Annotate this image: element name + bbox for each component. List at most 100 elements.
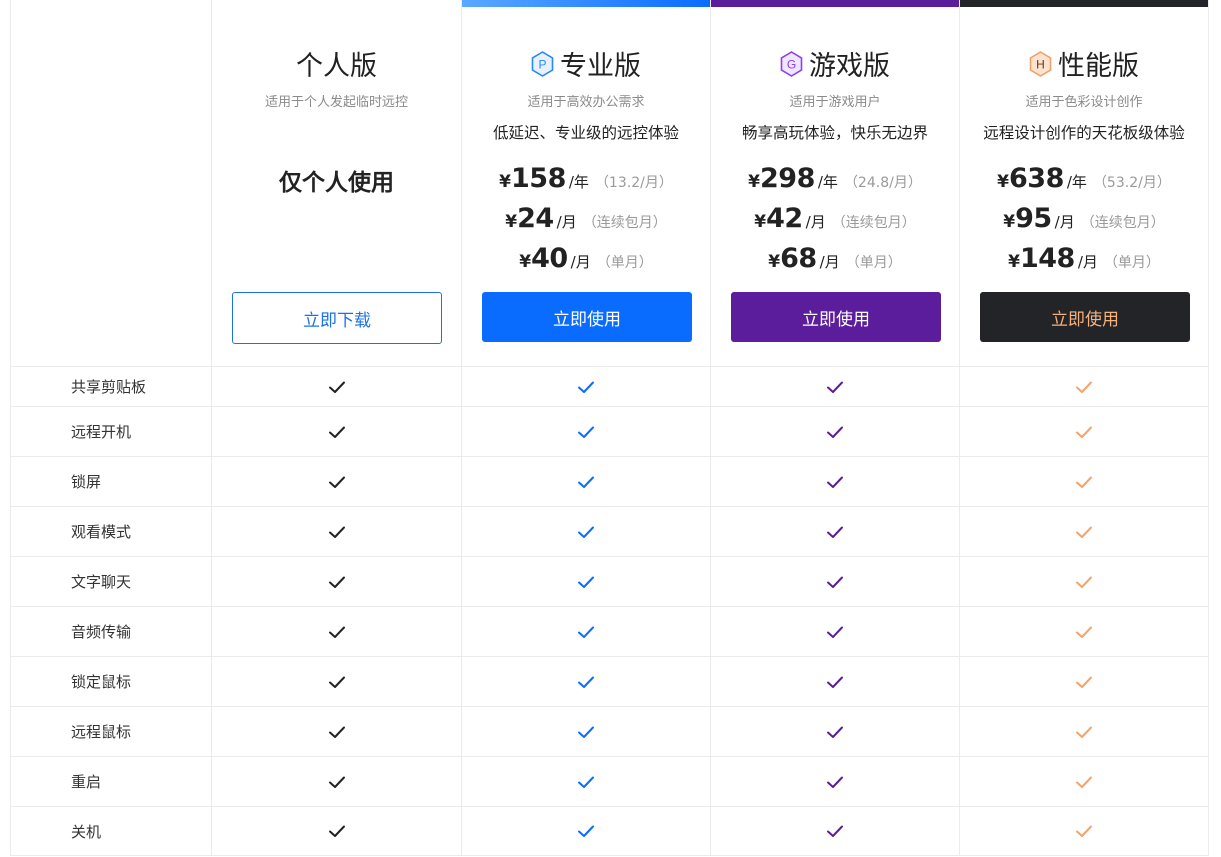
check-icon <box>578 726 594 738</box>
check-icon <box>827 676 843 688</box>
feature-name: 关机 <box>10 807 211 855</box>
performance-badge-icon: H <box>1029 50 1052 77</box>
pro-badge-icon: P <box>531 50 554 77</box>
check-icon <box>578 381 594 393</box>
feature-cell-pro <box>461 657 710 706</box>
currency-symbol: ¥ <box>499 172 511 192</box>
check-icon <box>328 726 345 738</box>
currency-symbol: ¥ <box>1008 252 1020 272</box>
check-icon <box>827 476 843 488</box>
check-icon <box>328 776 345 788</box>
feature-cell-pro <box>461 407 710 456</box>
feature-name: 远程开机 <box>10 407 211 456</box>
feature-cell-pro <box>461 757 710 806</box>
price-amount: 95 <box>1015 203 1052 234</box>
price-note: （连续包月） <box>582 215 667 231</box>
plan-subtitle: 适用于个人发起临时远控 <box>264 95 408 110</box>
check-icon <box>578 576 594 588</box>
currency-symbol: ¥ <box>748 172 760 192</box>
check-icon <box>328 576 345 588</box>
check-icon <box>328 825 345 837</box>
price-unit: /月 <box>1077 253 1098 271</box>
price-unit: /月 <box>556 213 577 231</box>
plan-performance-accent-bar <box>960 0 1208 7</box>
feature-cell-game <box>710 367 959 406</box>
feature-cell-performance <box>959 707 1209 756</box>
feature-cell-personal <box>211 457 461 506</box>
price-note: （单月） <box>845 255 902 271</box>
check-icon <box>827 776 843 788</box>
check-icon <box>1076 476 1092 488</box>
check-icon <box>1076 426 1092 438</box>
plan-tagline: 畅享高玩体验，快乐无边界 <box>741 124 928 142</box>
price-amount: 42 <box>766 203 803 234</box>
feature-row: 观看模式 <box>10 506 1209 556</box>
game-use-now-button[interactable]: 立即使用 <box>731 292 941 342</box>
price-note: （13.2/月） <box>594 175 673 191</box>
plan-personal: 个人版 适用于个人发起临时远控 仅个人使用 立即下载 <box>211 0 461 366</box>
check-icon <box>827 526 843 538</box>
game-badge-letter: G <box>787 57 796 71</box>
price-amount: 24 <box>517 203 554 234</box>
plan-pro: P 专业版 适用于高效办公需求 低延迟、专业级的远控体验 ¥158/年 （13.2… <box>461 0 710 366</box>
feature-cell-personal <box>211 407 461 456</box>
feature-cell-personal <box>211 707 461 756</box>
price-unit: /年 <box>817 173 838 191</box>
download-now-button[interactable]: 立即下载 <box>232 292 442 344</box>
check-icon <box>1076 726 1092 738</box>
feature-row: 锁定鼠标 <box>10 656 1209 706</box>
check-icon <box>1076 626 1092 638</box>
price-amount: 298 <box>760 163 815 194</box>
check-icon <box>578 776 594 788</box>
price-unit: /月 <box>570 253 591 271</box>
feature-cell-personal <box>211 657 461 706</box>
feature-name: 音频传输 <box>10 607 211 656</box>
feature-name: 重启 <box>10 757 211 806</box>
plan-title-text: 性能版 <box>1058 51 1139 82</box>
feature-cell-pro <box>461 507 710 556</box>
check-icon <box>578 526 594 538</box>
feature-cell-personal <box>211 367 461 406</box>
plan-tagline: 远程设计创作的天花板级体验 <box>983 124 1185 142</box>
feature-cell-game <box>710 757 959 806</box>
check-icon <box>827 726 843 738</box>
currency-symbol: ¥ <box>997 172 1009 192</box>
feature-rows: 共享剪贴板 远程开机 锁屏 观看模式 文字聊天 音频传输 锁定鼠标 远程鼠标 重… <box>10 366 1209 856</box>
feature-cell-performance <box>959 367 1209 406</box>
performance-badge-letter: H <box>1036 57 1045 71</box>
feature-cell-pro <box>461 607 710 656</box>
price-note: （单月） <box>1103 255 1160 271</box>
pro-use-now-button[interactable]: 立即使用 <box>482 292 692 342</box>
plan-title: 个人版 <box>212 44 461 83</box>
check-icon <box>1076 381 1092 393</box>
feature-name: 文字聊天 <box>10 557 211 606</box>
feature-cell-pro <box>461 807 710 855</box>
currency-symbol: ¥ <box>754 212 767 232</box>
feature-cell-personal <box>211 757 461 806</box>
feature-row: 共享剪贴板 <box>10 366 1209 406</box>
check-icon <box>578 476 594 488</box>
check-icon <box>827 426 843 438</box>
performance-use-now-button[interactable]: 立即使用 <box>980 292 1190 342</box>
plan-game: G 游戏版 适用于游戏用户 畅享高玩体验，快乐无边界 ¥298/年 （24.8/月… <box>710 0 959 366</box>
feature-cell-game <box>710 807 959 855</box>
feature-cell-pro <box>461 557 710 606</box>
feature-cell-performance <box>959 657 1209 706</box>
feature-cell-performance <box>959 407 1209 456</box>
price-note: （连续包月） <box>1080 215 1165 231</box>
feature-name: 锁屏 <box>10 457 211 506</box>
plan-pro-accent-bar <box>462 0 710 7</box>
feature-cell-personal <box>211 807 461 855</box>
check-icon <box>328 526 345 538</box>
check-icon <box>1076 676 1092 688</box>
price-unit: /月 <box>1054 213 1075 231</box>
price-yearly: ¥638/年 （53.2/月） <box>960 163 1208 194</box>
check-icon <box>1076 526 1092 538</box>
plan-title-text: 专业版 <box>560 51 641 82</box>
feature-cell-performance <box>959 757 1209 806</box>
feature-row: 远程开机 <box>10 406 1209 456</box>
feature-label-column-header <box>10 0 211 366</box>
feature-cell-pro <box>461 707 710 756</box>
check-icon <box>827 825 843 837</box>
feature-cell-personal <box>211 557 461 606</box>
